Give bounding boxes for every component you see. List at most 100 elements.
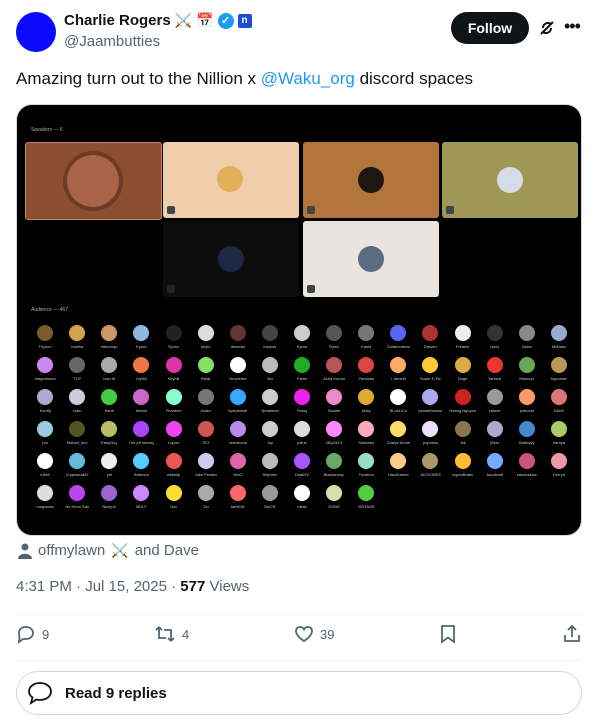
person-icon bbox=[18, 543, 32, 559]
audience-name: Derryd bbox=[552, 472, 565, 477]
speaker-avatar bbox=[218, 246, 244, 272]
audience-name: Veylo bbox=[200, 344, 211, 349]
mic-icon bbox=[167, 285, 175, 293]
audience-name: Jadex bbox=[200, 408, 211, 413]
audience-avatar bbox=[454, 357, 471, 373]
audience-name: Foxstrox bbox=[358, 472, 374, 477]
audience-name: Blackshoop bbox=[323, 472, 345, 477]
audience-name: Zeavr bbox=[521, 344, 532, 349]
audience-name: billy3413 bbox=[326, 440, 342, 445]
share-button[interactable] bbox=[562, 624, 582, 644]
audience-avatar bbox=[326, 485, 343, 501]
repost-button[interactable]: 4 bbox=[154, 624, 189, 644]
follow-button[interactable]: Follow bbox=[451, 12, 529, 44]
reply-icon bbox=[17, 626, 34, 644]
like-button[interactable]: 39 bbox=[294, 624, 334, 644]
reply-button[interactable]: 9 bbox=[16, 624, 49, 644]
audience-avatar bbox=[293, 357, 310, 373]
audience-name: Cryptotera87 bbox=[65, 472, 89, 477]
audience-member: Kohitij bbox=[29, 385, 61, 417]
audience-name: peanikona bbox=[228, 440, 247, 445]
audience-name: Phantom bbox=[165, 408, 182, 413]
audience-member: Joy bbox=[254, 417, 286, 449]
tagged-suffix[interactable]: and Dave bbox=[135, 542, 199, 559]
audience-avatar bbox=[101, 325, 118, 341]
audience-name: pensethomas bbox=[418, 408, 443, 413]
read-replies-button[interactable]: Read 9 replies bbox=[16, 671, 582, 715]
speaker-tile bbox=[163, 221, 299, 297]
audience-avatar bbox=[69, 485, 86, 501]
audience-member: DrakHV bbox=[286, 449, 318, 481]
audience-avatar bbox=[293, 389, 310, 405]
audience-avatar bbox=[358, 357, 375, 373]
audience-name: Rynix bbox=[329, 344, 340, 349]
audience-member: Asha Kumar bbox=[318, 353, 350, 385]
tweet-image[interactable]: Speakers — 6 Audience — 467 Thyxon Iewfha… bbox=[16, 104, 582, 536]
audience-avatar bbox=[165, 421, 182, 437]
audience-member: desedia bbox=[222, 321, 254, 353]
audience-member: Yeovreder bbox=[222, 353, 254, 385]
speaker-avatar bbox=[358, 167, 384, 193]
audience-avatar bbox=[358, 389, 375, 405]
audience-avatar bbox=[229, 453, 246, 469]
author-name[interactable]: Charlie Rogers bbox=[64, 12, 171, 29]
audience-name: Jacobxott bbox=[486, 472, 504, 477]
audience-avatar bbox=[37, 357, 54, 373]
audience-name: Kaela bbox=[361, 344, 372, 349]
grok-icon[interactable] bbox=[537, 18, 557, 38]
audience-avatar bbox=[133, 389, 150, 405]
audience-avatar bbox=[550, 389, 567, 405]
audience-member: Jake Peralta bbox=[190, 449, 222, 481]
audience-grid: Thyxon Iewfha intonrnap Kyron Synoz Veylo dese… bbox=[29, 321, 575, 535]
audience-avatar bbox=[390, 389, 407, 405]
author-avatar[interactable] bbox=[16, 12, 56, 52]
tagged-user[interactable]: offmylawn bbox=[38, 542, 105, 559]
audience-member: medow bbox=[254, 321, 286, 353]
audience-member: Sidwines bbox=[350, 417, 382, 449]
audience-avatar bbox=[165, 485, 182, 501]
audience-avatar bbox=[550, 357, 567, 373]
audience-avatar bbox=[133, 325, 150, 341]
audience-member: intonrnap bbox=[93, 321, 125, 353]
more-options-icon[interactable]: ••• bbox=[564, 16, 581, 37]
audience-member: Super D Re bbox=[414, 353, 446, 385]
audience-name: Lupus bbox=[168, 440, 179, 445]
audience-name: Draven bbox=[424, 344, 437, 349]
audience-avatar bbox=[486, 389, 503, 405]
audience-name: DAVE bbox=[553, 408, 565, 413]
bookmark-button[interactable] bbox=[439, 624, 457, 644]
tweet-date[interactable]: Jul 15, 2025 bbox=[85, 578, 167, 595]
audience-name: Pessy bbox=[296, 408, 308, 413]
audience-name: Keyhill bbox=[167, 376, 180, 381]
audience-avatar bbox=[326, 325, 343, 341]
audience-member: Osv bbox=[157, 481, 189, 513]
audience-name: JoyXD bbox=[135, 376, 148, 381]
audience-member: BLueLiCu bbox=[382, 385, 414, 417]
tweet-time[interactable]: 4:31 PM bbox=[16, 578, 72, 595]
audience-avatar bbox=[101, 485, 118, 501]
org-badge-icon[interactable]: n bbox=[237, 13, 252, 28]
audience-name: HardGamer bbox=[387, 472, 409, 477]
audience-name: TCP bbox=[73, 376, 82, 381]
audience-avatar bbox=[229, 485, 246, 501]
share-icon bbox=[564, 624, 580, 642]
audience-member: JACKOBEE bbox=[414, 449, 446, 481]
audience-avatar bbox=[422, 357, 439, 373]
audience-avatar bbox=[69, 421, 86, 437]
mention-link[interactable]: @Waku_org bbox=[261, 69, 355, 88]
audience-avatar bbox=[261, 325, 278, 341]
audience-avatar bbox=[422, 389, 439, 405]
audience-member: Cristyo Arche bbox=[382, 417, 414, 449]
audience-member: Lynis bbox=[479, 321, 511, 353]
audience-avatar bbox=[358, 453, 375, 469]
audience-name: tamiON bbox=[230, 504, 245, 509]
audience-avatar bbox=[165, 389, 182, 405]
audience-name: milan bbox=[297, 504, 307, 509]
audience-avatar bbox=[518, 453, 535, 469]
audience-avatar bbox=[197, 357, 214, 373]
read-replies-label: Read 9 replies bbox=[65, 684, 167, 702]
audience-name: haruya bbox=[552, 440, 566, 445]
tagged-users[interactable]: offmylawn ⚔️ and Dave bbox=[18, 542, 199, 559]
author-handle[interactable]: @Jaambutties bbox=[64, 33, 160, 50]
audience-name: Kyron bbox=[136, 344, 147, 349]
